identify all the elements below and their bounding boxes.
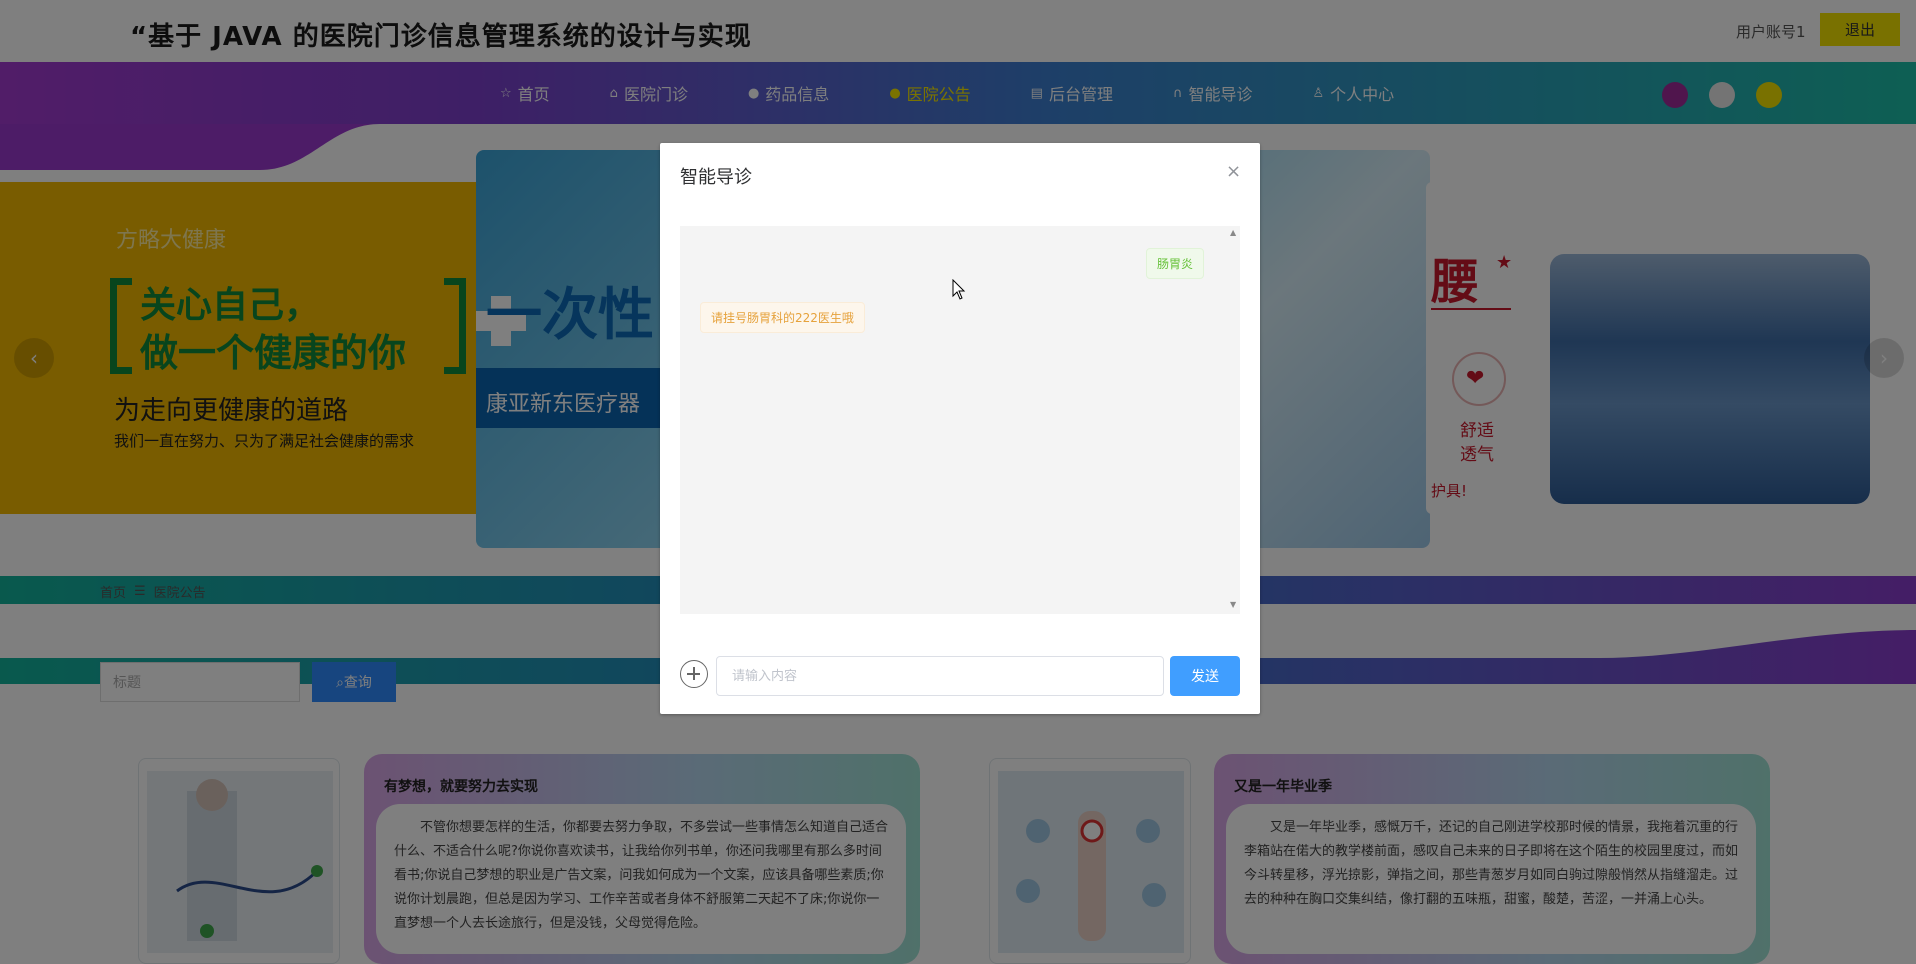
scroll-down-icon[interactable]: ▼ [1230, 600, 1236, 609]
chat-input[interactable] [716, 656, 1164, 696]
close-icon[interactable]: × [1226, 161, 1241, 182]
send-button[interactable]: 发送 [1170, 656, 1240, 696]
add-attachment-icon[interactable] [680, 660, 708, 688]
user-message: 肠胃炎 [1146, 248, 1205, 279]
chat-scrollbar[interactable]: ▲ ▼ [1228, 226, 1240, 614]
bot-message: 请挂号肠胃科的222医生哦 [700, 302, 865, 333]
mouse-cursor-icon [952, 279, 966, 300]
scroll-up-icon[interactable]: ▲ [1230, 228, 1236, 237]
dialog-title: 智能导诊 [680, 167, 752, 188]
smart-guide-dialog: 智能导诊 × 肠胃炎 请挂号肠胃科的222医生哦 ▲ ▼ 发送 [660, 143, 1260, 714]
